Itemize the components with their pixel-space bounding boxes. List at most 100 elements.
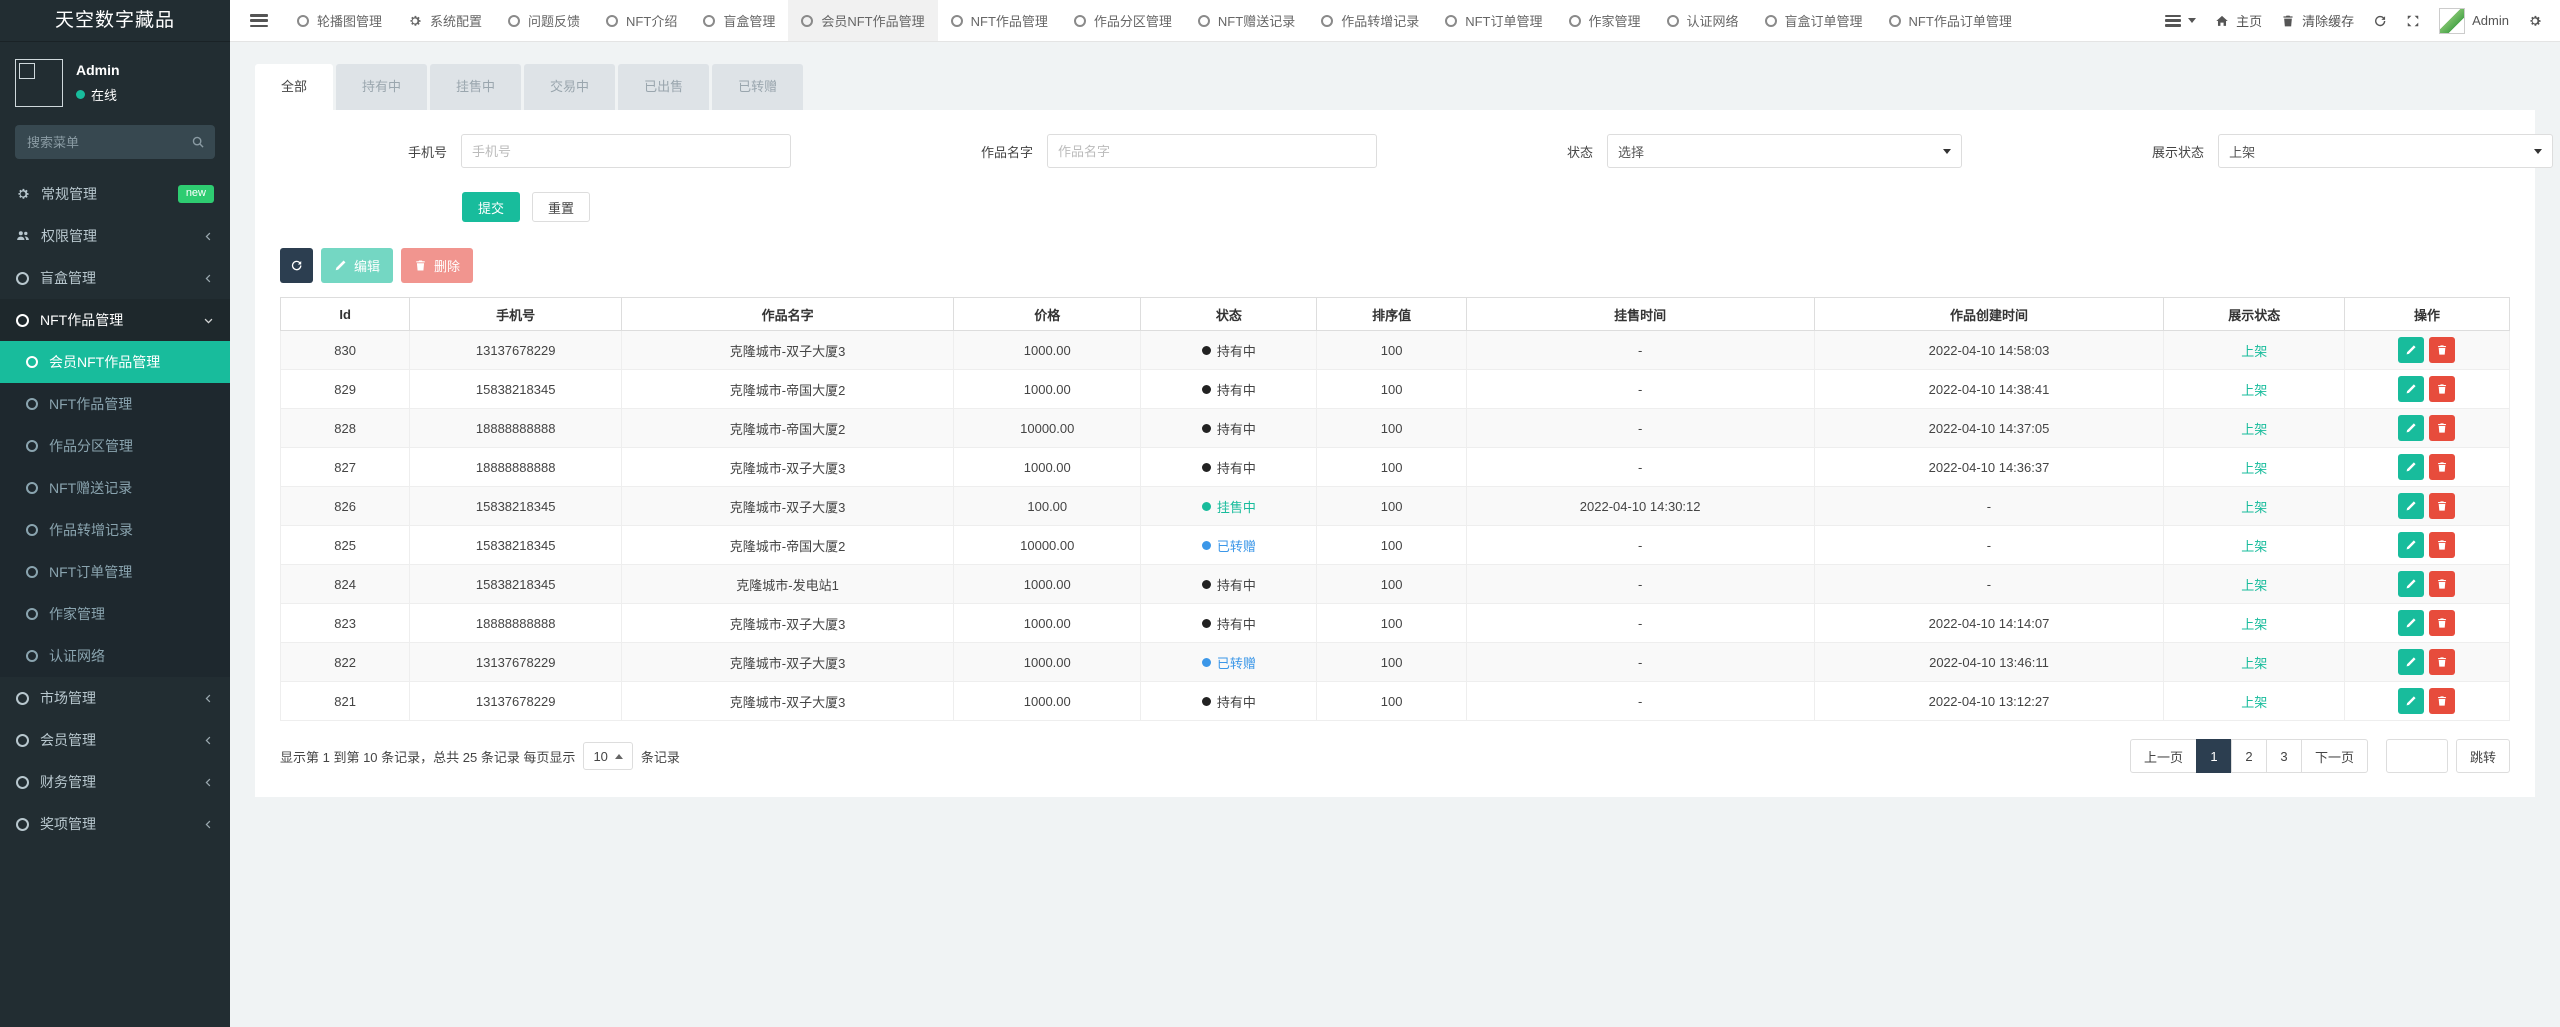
delete-button[interactable] (2429, 688, 2455, 714)
topnav-item[interactable]: 盲盒订单管理 (1752, 0, 1876, 41)
column-header[interactable]: 作品名字 (622, 298, 954, 331)
topnav-item[interactable]: NFT介绍 (593, 0, 690, 41)
topnav-item[interactable]: NFT赠送记录 (1185, 0, 1308, 41)
delete-button[interactable] (2429, 337, 2455, 363)
column-header[interactable]: 手机号 (410, 298, 622, 331)
bulk-delete-button[interactable]: 删除 (401, 248, 473, 283)
delete-button[interactable] (2429, 454, 2455, 480)
sidebar-item[interactable]: 会员管理 (0, 719, 230, 761)
display-status-link[interactable]: 上架 (2241, 422, 2267, 437)
delete-button[interactable] (2429, 571, 2455, 597)
topnav-item[interactable]: NFT作品订单管理 (1876, 0, 2025, 41)
page-button-1[interactable]: 1 (2196, 739, 2232, 773)
refresh-page-button[interactable] (2373, 14, 2387, 28)
sidebar-item[interactable]: NFT作品管理 (0, 299, 230, 341)
topnav-item[interactable]: NFT订单管理 (1432, 0, 1555, 41)
status-select[interactable]: 选择 (1607, 134, 1962, 168)
delete-button[interactable] (2429, 649, 2455, 675)
sidebar-item[interactable]: 财务管理 (0, 761, 230, 803)
artwork-name-input[interactable] (1047, 134, 1377, 168)
user-menu[interactable]: Admin (2439, 8, 2509, 34)
topnav-item[interactable]: NFT作品管理 (938, 0, 1061, 41)
topnav-item[interactable]: 盲盒管理 (690, 0, 788, 41)
sidebar-subitem[interactable]: 作家管理 (0, 593, 230, 635)
phone-input[interactable] (461, 134, 791, 168)
edit-button[interactable] (2398, 493, 2424, 519)
delete-button[interactable] (2429, 493, 2455, 519)
tab-3[interactable]: 交易中 (524, 64, 615, 110)
menu-search-input[interactable] (25, 134, 191, 151)
fullscreen-button[interactable] (2406, 14, 2420, 28)
clear-cache-link[interactable]: 清除缓存 (2281, 11, 2354, 30)
tab-4[interactable]: 已出售 (618, 64, 709, 110)
delete-button[interactable] (2429, 532, 2455, 558)
display-status-link[interactable]: 上架 (2241, 656, 2267, 671)
sidebar-subitem[interactable]: 会员NFT作品管理 (0, 341, 230, 383)
home-link[interactable]: 主页 (2215, 11, 2262, 30)
prev-page-button[interactable]: 上一页 (2130, 739, 2197, 773)
jump-button[interactable]: 跳转 (2456, 739, 2510, 773)
tab-0[interactable]: 全部 (255, 64, 333, 110)
edit-button[interactable] (2398, 337, 2424, 363)
tab-5[interactable]: 已转赠 (712, 64, 803, 110)
sidebar-item[interactable]: 市场管理 (0, 677, 230, 719)
topnav-item[interactable]: 会员NFT作品管理 (788, 0, 937, 41)
table-row[interactable]: 823 18888888888 克隆城市-双子大厦3 1000.00 持有中 1… (281, 604, 2510, 643)
jump-page-input[interactable] (2386, 739, 2448, 773)
display-status-link[interactable]: 上架 (2241, 695, 2267, 710)
delete-button[interactable] (2429, 415, 2455, 441)
delete-button[interactable] (2429, 610, 2455, 636)
edit-button[interactable] (2398, 454, 2424, 480)
topnav-item[interactable]: 系统配置 (395, 0, 495, 41)
sidebar-item[interactable]: 奖项管理 (0, 803, 230, 845)
table-row[interactable]: 822 13137678229 克隆城市-双子大厦3 1000.00 已转赠 1… (281, 643, 2510, 682)
sidebar-item[interactable]: 盲盒管理 (0, 257, 230, 299)
display-status-link[interactable]: 上架 (2241, 461, 2267, 476)
sidebar-item[interactable]: 常规管理new (0, 173, 230, 215)
sidebar-toggle-icon[interactable] (250, 14, 268, 27)
table-row[interactable]: 830 13137678229 克隆城市-双子大厦3 1000.00 持有中 1… (281, 331, 2510, 370)
display-status-select[interactable]: 上架 (2218, 134, 2553, 168)
column-header[interactable]: 价格 (954, 298, 1141, 331)
edit-button[interactable] (2398, 415, 2424, 441)
display-status-link[interactable]: 上架 (2241, 578, 2267, 593)
page-size-select[interactable]: 10 (583, 742, 632, 770)
topnav-item[interactable]: 作品分区管理 (1061, 0, 1185, 41)
sidebar-subitem[interactable]: 认证网络 (0, 635, 230, 677)
delete-button[interactable] (2429, 376, 2455, 402)
refresh-table-button[interactable] (280, 248, 313, 283)
tab-1[interactable]: 持有中 (336, 64, 427, 110)
settings-button[interactable] (2528, 14, 2542, 28)
table-row[interactable]: 828 18888888888 克隆城市-帝国大厦2 10000.00 持有中 … (281, 409, 2510, 448)
topnav-item[interactable]: 问题反馈 (495, 0, 593, 41)
sidebar-subitem[interactable]: NFT订单管理 (0, 551, 230, 593)
table-row[interactable]: 824 15838218345 克隆城市-发电站1 1000.00 持有中 10… (281, 565, 2510, 604)
reset-button[interactable]: 重置 (532, 192, 590, 222)
column-header[interactable]: Id (281, 298, 410, 331)
topnav-item[interactable]: 轮播图管理 (284, 0, 395, 41)
display-status-link[interactable]: 上架 (2241, 383, 2267, 398)
tab-2[interactable]: 挂售中 (430, 64, 521, 110)
display-status-link[interactable]: 上架 (2241, 344, 2267, 359)
submit-button[interactable]: 提交 (462, 192, 520, 222)
display-status-link[interactable]: 上架 (2241, 500, 2267, 515)
table-row[interactable]: 825 15838218345 克隆城市-帝国大厦2 10000.00 已转赠 … (281, 526, 2510, 565)
nav-list-dropdown[interactable] (2165, 15, 2196, 27)
search-icon[interactable] (191, 135, 205, 149)
topnav-item[interactable]: 认证网络 (1654, 0, 1752, 41)
topnav-item[interactable]: 作品转增记录 (1308, 0, 1432, 41)
sidebar-subitem[interactable]: 作品转增记录 (0, 509, 230, 551)
display-status-link[interactable]: 上架 (2241, 617, 2267, 632)
page-button-2[interactable]: 2 (2231, 739, 2267, 773)
sidebar-subitem[interactable]: NFT赠送记录 (0, 467, 230, 509)
column-header[interactable]: 作品创建时间 (1814, 298, 2164, 331)
column-header[interactable]: 展示状态 (2164, 298, 2345, 331)
page-button-3[interactable]: 3 (2266, 739, 2302, 773)
edit-button[interactable] (2398, 571, 2424, 597)
next-page-button[interactable]: 下一页 (2301, 739, 2368, 773)
column-header[interactable]: 状态 (1141, 298, 1317, 331)
column-header[interactable]: 排序值 (1317, 298, 1466, 331)
topnav-item[interactable]: 作家管理 (1556, 0, 1654, 41)
table-row[interactable]: 829 15838218345 克隆城市-帝国大厦2 1000.00 持有中 1… (281, 370, 2510, 409)
sidebar-subitem[interactable]: 作品分区管理 (0, 425, 230, 467)
